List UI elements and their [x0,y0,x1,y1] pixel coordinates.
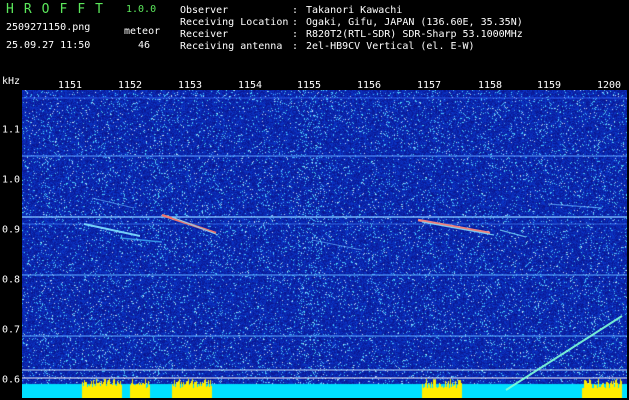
timestamp: 25.09.27 11:50 [6,40,91,51]
spectrogram-plot [22,90,627,398]
meteor-echo-3 [505,315,623,391]
title-letter: F [59,2,78,17]
y-tick-label: 1.0 [2,174,21,186]
meta-value: R820T2(RTL-SDR) SDR-Sharp 53.1000MHz [306,29,523,40]
y-tick-label: 1.1 [2,124,21,136]
meteor-count: 46 [138,40,151,51]
y-tick-label: 0.6 [2,374,21,386]
meta-separator: : [292,41,299,52]
title-letter: O [41,2,60,17]
meta-value: Ogaki, Gifu, JAPAN (136.60E, 35.35N) [306,17,523,28]
title-letter: R [23,2,42,17]
meta-separator: : [292,17,299,28]
amplitude-axis: 1.1 1.0 0.9 0.8 0.7 0.6 [0,90,22,398]
meta-label: Receiving antenna [180,41,283,52]
frequency-axis: 1151 1152 1153 1154 1155 1156 1157 1158 … [0,72,629,91]
meteor-echo-4 [311,239,363,251]
meta-value: Takanori Kawachi [306,5,403,16]
y-tick-label: 0.8 [2,274,21,286]
meta-value: 2el-HB9CV Vertical (el. E-W) [306,41,475,52]
spectrogram-overlay [22,97,627,391]
meta-separator: : [292,29,299,40]
meta-separator: : [292,5,299,16]
y-tick-label: 0.7 [2,324,21,336]
meta-label: Receiving Location [180,17,289,28]
y-tick-label: 0.9 [2,224,21,236]
meta-label: Observer [180,5,229,16]
title-letter: H [6,2,24,17]
title-letter: F [77,2,96,17]
meteor-echo-2 [417,203,603,238]
filename: 2509271150.png [6,22,91,33]
app-version: 1.0.0 [126,4,157,15]
meteor-label: meteor [124,26,161,37]
app-title: HROFFT [6,2,113,17]
title-letter: T [95,2,113,17]
meta-label: Receiver [180,29,229,40]
meteor-echo-1 [83,197,219,243]
